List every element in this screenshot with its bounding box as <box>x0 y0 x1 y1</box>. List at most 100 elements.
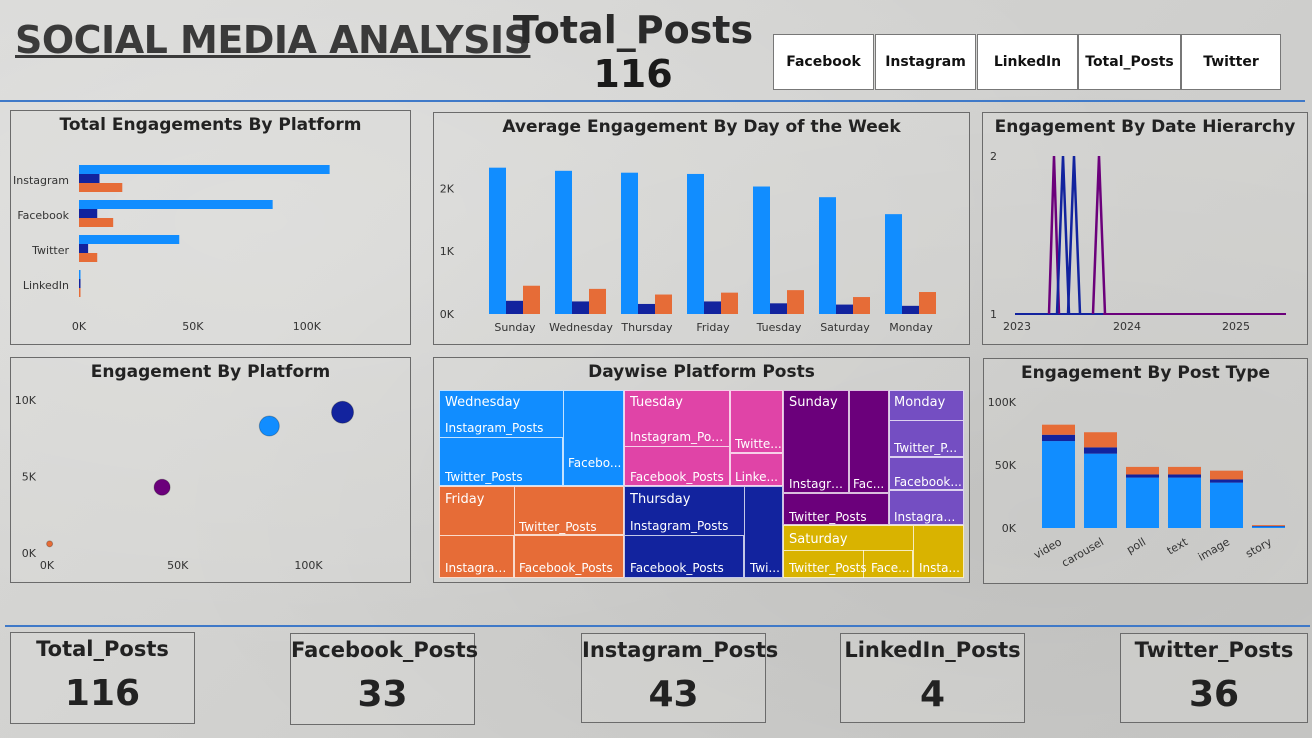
platform-engagement-card[interactable]: Total Engagements By Platform Instagram F… <box>10 110 411 345</box>
treemap-group-label: Tuesday <box>630 395 683 410</box>
date-hierarchy-card[interactable]: Engagement By Date Hierarchy 2 1 2023 2024 2… <box>982 112 1308 345</box>
bar <box>787 290 804 314</box>
y-tick-label: 5K <box>22 471 37 484</box>
y-tick-label: LinkedIn <box>23 279 69 292</box>
treemap-group-label: Wednesday <box>445 395 521 410</box>
bar <box>753 186 770 314</box>
bar <box>687 173 704 314</box>
x-tick-label: 2024 <box>1113 320 1141 333</box>
bar <box>79 253 98 262</box>
bar <box>79 235 180 244</box>
spike <box>1091 155 1107 315</box>
y-tick-label: 0K <box>440 308 455 321</box>
day-engagement-card[interactable]: Average Engagement By Day of the Week 0K… <box>433 112 970 345</box>
treemap-group-label: Monday <box>894 395 946 410</box>
scatter-point <box>258 415 280 437</box>
kpi-instagram-posts-label: Instagram_Posts <box>582 638 779 662</box>
bar <box>506 300 523 314</box>
bar <box>589 288 606 314</box>
kpi-linkedin-posts-value: 4 <box>919 674 946 715</box>
bar-segment <box>1126 477 1159 528</box>
y-tick-label: Instagram <box>13 174 69 187</box>
bar-segment <box>1126 474 1159 478</box>
bar <box>919 292 936 314</box>
kpi-linkedin-posts-label: LinkedIn_Posts <box>844 638 1021 662</box>
bar-segment <box>1042 434 1075 442</box>
x-tick-label: 2023 <box>1003 320 1031 333</box>
slicer-total-posts[interactable]: Total_Posts <box>1078 34 1181 90</box>
scatter-chart: 0K 5K 10K 0K 50K 100K <box>15 394 355 572</box>
treemap-cell-label: Instagram... <box>894 510 962 524</box>
treemap-cell-label: Instagra... <box>789 477 847 491</box>
x-tick-label: 0K <box>40 559 55 572</box>
bar-segment <box>1126 466 1159 475</box>
treemap-title: Daywise Platform Posts <box>588 362 815 382</box>
bar <box>79 174 100 183</box>
bar <box>621 172 638 314</box>
treemap-cell-label: Twitter_P... <box>894 441 958 455</box>
y-tick-label: Facebook <box>17 209 69 222</box>
kpi-twitter-posts-label: Twitter_Posts <box>1134 638 1294 662</box>
scatter-card[interactable]: Engagement By Platform 0K 5K 10K 0K 50K 100K <box>10 357 411 583</box>
treemap-cell-label: Facebo... <box>568 456 622 470</box>
header-divider <box>0 100 1305 102</box>
x-tick-label: 100K <box>294 559 323 572</box>
kpi-total-posts-value: 116 <box>64 673 141 714</box>
y-tick-label: 10K <box>15 394 37 407</box>
bar <box>79 183 123 192</box>
treemap-cell-label: Face... <box>871 561 910 575</box>
treemap-cell-label: Facebook_Posts <box>519 561 613 575</box>
y-tick-label: 2 <box>990 150 997 163</box>
x-tick-label: Wednesday <box>549 321 613 334</box>
bar <box>489 167 506 314</box>
kpi-facebook-posts-value: 33 <box>357 674 408 715</box>
bar <box>79 218 114 227</box>
treemap-cell-label: Fac... <box>853 477 885 491</box>
day-engagement-chart: 0K 1K 2K Sunday Wednesday Thursday Friday Tuesd… <box>440 167 936 334</box>
treemap-cell-label: Instagram... <box>445 561 513 575</box>
bar <box>902 305 919 314</box>
bar-segment <box>1168 477 1201 528</box>
kpi-instagram-posts-value: 43 <box>648 674 699 715</box>
post-type-card[interactable]: Engagement By Post Type 0K 50K 100K video ca… <box>983 358 1308 584</box>
treemap-divider <box>863 550 864 578</box>
treemap-group-label: Saturday <box>789 532 848 547</box>
bar <box>79 200 273 209</box>
kpi-facebook-posts-label: Facebook_Posts <box>291 638 479 662</box>
x-tick-label: Friday <box>696 321 730 334</box>
x-tick-label: 100K <box>293 320 322 333</box>
treemap-cell-label: Linke... <box>735 470 778 484</box>
platform-engagement-chart: Instagram Facebook Twitter LinkedIn 0K 50K 100… <box>13 165 330 333</box>
bar <box>836 304 853 314</box>
bar <box>819 197 836 314</box>
treemap-cell[interactable] <box>563 390 624 486</box>
x-tick-label: 50K <box>182 320 204 333</box>
bar <box>721 292 738 314</box>
scatter-point <box>153 478 171 496</box>
x-tick-label: Tuesday <box>756 321 802 334</box>
bar-segment <box>1168 466 1201 475</box>
x-tick-label: 2025 <box>1222 320 1250 333</box>
slicer-linkedin[interactable]: LinkedIn <box>977 34 1078 90</box>
slicer-twitter[interactable]: Twitter <box>1181 34 1281 90</box>
bar-segment <box>1042 441 1075 528</box>
treemap-cell-label: Twi... <box>750 561 780 575</box>
y-tick-label: 50K <box>995 459 1017 472</box>
kpi-facebook-posts: Facebook_Posts 33 <box>290 633 479 725</box>
y-tick-label: 0K <box>1002 522 1017 535</box>
x-tick-label: 50K <box>167 559 189 572</box>
x-tick-label: Monday <box>889 321 933 334</box>
y-tick-label: 1K <box>440 245 455 258</box>
slicer-facebook[interactable]: Facebook <box>773 34 874 90</box>
treemap-cell-label: Instagram_Posts <box>630 430 728 444</box>
treemap-cell-label: Facebook_Posts <box>630 561 724 575</box>
y-tick-label: 1 <box>990 308 997 321</box>
treemap-card[interactable]: Daywise Platform Posts Wednesday Instagra… <box>433 357 970 583</box>
kpi-divider <box>5 625 1310 627</box>
slicer-instagram[interactable]: Instagram <box>875 34 976 90</box>
x-tick-label: text <box>1165 535 1191 557</box>
x-tick-label: Sunday <box>494 321 536 334</box>
treemap-cell-label: Facebook_Posts <box>630 470 724 484</box>
bar-segment <box>1210 482 1243 528</box>
bar <box>704 301 721 314</box>
